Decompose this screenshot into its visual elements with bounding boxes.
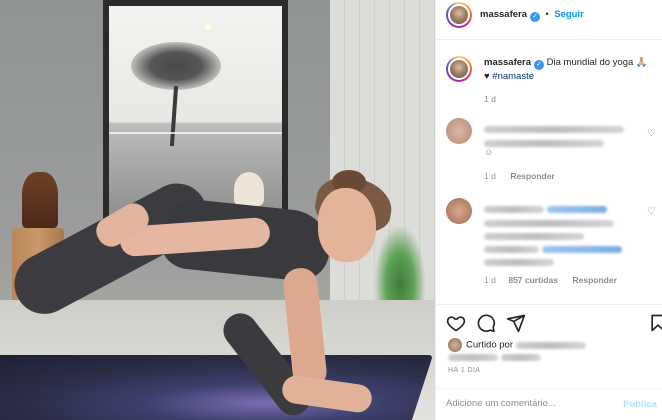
figurine (234, 172, 264, 206)
post-sidebar: massafera ✓ • Seguir massafera ✓ Dia mundi… (435, 0, 662, 420)
woman-face (318, 188, 376, 262)
plant (372, 220, 428, 300)
heart-icon[interactable] (446, 313, 466, 333)
verified-icon: ✓ (530, 12, 541, 22)
caption-heart: ♥ (484, 71, 490, 82)
post-photo[interactable] (0, 0, 435, 420)
comment-2-body (484, 204, 622, 266)
small-heart-icon[interactable]: ♡ (647, 128, 656, 139)
follow-button[interactable]: Seguir (554, 9, 584, 20)
post-caption: massafera ✓ Dia mundial do yoga 🙏🏼 ♥ #nam… (484, 56, 656, 84)
liked-by[interactable]: Curtido por (448, 338, 586, 352)
author-username[interactable]: massafera (480, 9, 527, 20)
liker-avatar (448, 338, 462, 352)
post-timestamp: HÁ 1 DIA (448, 367, 481, 374)
comment-1-body: ☺ (484, 124, 624, 157)
caption-hashtag[interactable]: #namaste (492, 71, 534, 82)
liked-by-others (448, 352, 541, 362)
publish-button[interactable]: Publica (623, 399, 657, 410)
save-icon[interactable] (648, 313, 662, 333)
caption-avatar[interactable] (446, 56, 472, 82)
caption-username[interactable]: massafera (484, 57, 531, 68)
comment-1-age: 1 d (484, 171, 496, 181)
comment-avatar[interactable] (446, 198, 472, 224)
comment-2-reply[interactable]: Responder (572, 275, 616, 285)
author-avatar[interactable] (446, 2, 472, 28)
caption-text: Dia mundial do yoga 🙏🏼 (546, 57, 648, 68)
small-heart-icon[interactable]: ♡ (647, 206, 656, 217)
share-icon[interactable] (506, 313, 526, 333)
verified-icon: ✓ (534, 60, 545, 70)
wooden-statue (22, 172, 58, 228)
comment-avatar[interactable] (446, 118, 472, 144)
emoji-icon: ☺ (484, 147, 494, 157)
comment-1-reply[interactable]: Responder (510, 171, 554, 181)
comment-1-meta: 1 d Responder (484, 171, 555, 181)
comment-input[interactable] (446, 398, 618, 409)
comment-composer: Publica (436, 388, 662, 420)
liked-by-prefix: Curtido por (466, 339, 513, 351)
caption-age: 1 d (484, 94, 496, 104)
post-header: massafera ✓ • Seguir (436, 0, 662, 40)
comment-2-meta: 1 d 857 curtidas Responder (484, 275, 617, 285)
yoga-mat (0, 355, 433, 420)
action-bar (436, 304, 662, 340)
comment-icon[interactable] (476, 313, 496, 333)
comment-2-age: 1 d (484, 275, 496, 285)
comment-2-likes[interactable]: 857 curtidas (508, 275, 558, 285)
